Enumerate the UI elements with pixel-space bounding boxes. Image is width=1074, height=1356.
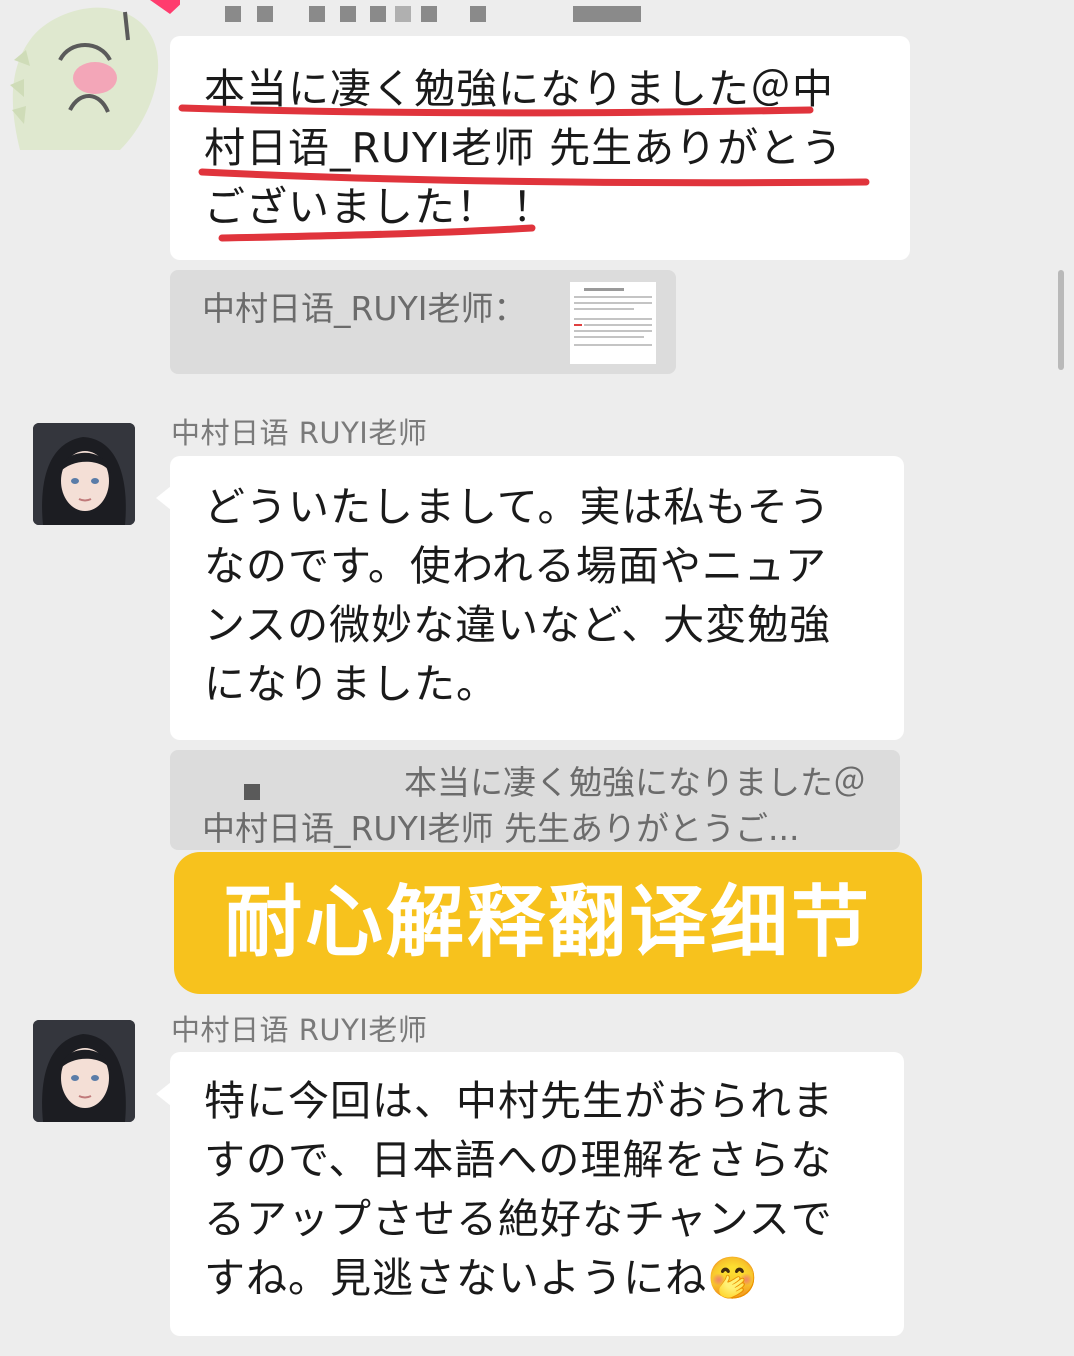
- sender-name: 中村日语 RUYI老师: [171, 416, 428, 450]
- message-line: すので、日本語への理解をさらな: [204, 1136, 833, 1184]
- quoted-message[interactable]: 本当に凄く勉強になりました＠ 中村日语_RUYI老师 先生ありがとうご...: [170, 750, 900, 850]
- scrollbar[interactable]: [1058, 270, 1064, 370]
- highlight-caption: 耐心解释翻译细节: [174, 852, 922, 994]
- message-bubble-3[interactable]: 特に今回は、中村先生がおられま すので、日本語への理解をさらな るアップさせる絶…: [156, 1052, 904, 1336]
- smirk-emoji-icon: 🤭: [707, 1254, 760, 1302]
- message-line: ンスの微妙な違いなど、大変勉強: [204, 601, 832, 649]
- message-line: になりました。: [204, 660, 498, 708]
- dinosaur-sticker: [0, 0, 185, 150]
- sender-name-blurred: ■ ■ ■ ■ ■ ■ ■: [225, 0, 645, 26]
- message-line: すね。見逃さないようにね🤭: [204, 1254, 760, 1302]
- avatar[interactable]: [33, 423, 135, 525]
- message-line: どういたしまして。実は私もそう: [204, 483, 831, 531]
- document-thumbnail-icon[interactable]: [570, 282, 656, 364]
- red-underline-annotation: [178, 104, 870, 242]
- message-bubble-2[interactable]: どういたしまして。実は私もそう なのです。使われる場面やニュア ンスの微妙な違い…: [156, 456, 904, 740]
- message-line: るアップさせる絶好なチャンスで: [204, 1195, 833, 1243]
- message-line: 特に今回は、中村先生がおられま: [204, 1077, 834, 1125]
- quoted-file-message[interactable]: 中村日语_RUYI老师：: [170, 270, 676, 374]
- quote-sender: 中村日语_RUYI老师：: [202, 289, 527, 328]
- quote-square-icon: [244, 784, 260, 800]
- avatar[interactable]: [33, 1020, 135, 1122]
- quote-line: 本当に凄く勉強になりました＠: [404, 763, 866, 802]
- quote-line: 中村日语_RUYI老师 先生ありがとうご...: [202, 809, 800, 848]
- sender-name: 中村日语 RUYI老师: [171, 1013, 428, 1047]
- message-line: なのです。使われる場面やニュア: [204, 542, 828, 590]
